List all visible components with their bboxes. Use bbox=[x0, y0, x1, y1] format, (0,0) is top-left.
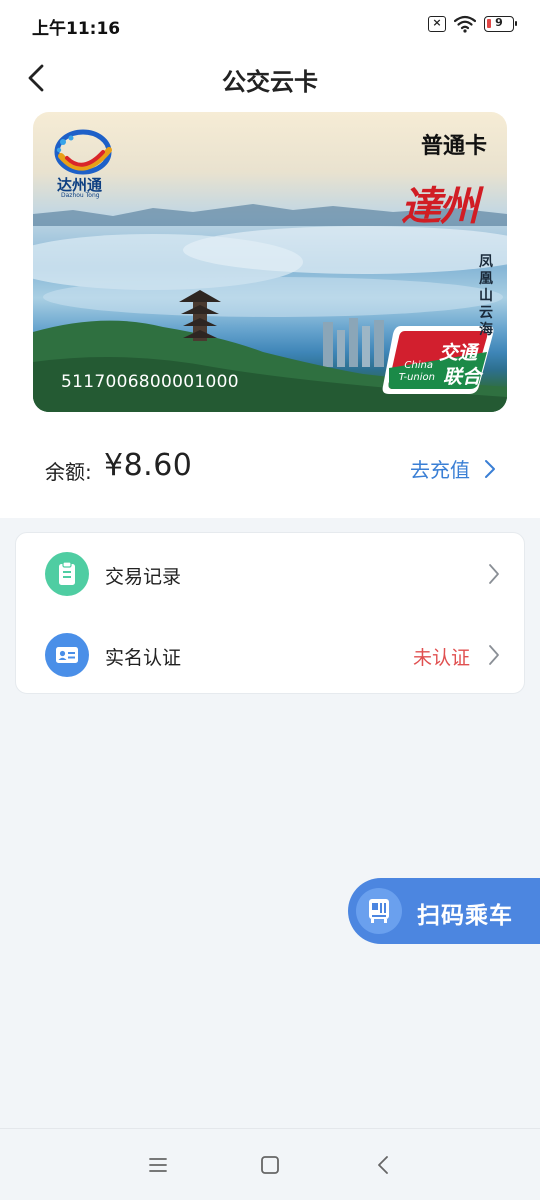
chevron-right-icon bbox=[489, 645, 499, 665]
bus-icon bbox=[369, 899, 389, 923]
balance-row: 余额: ¥8.60 去充值 bbox=[0, 440, 540, 496]
card-type-label: 普通卡 bbox=[420, 134, 487, 159]
tunion-cn-2: 联合 bbox=[442, 366, 481, 388]
back-icon bbox=[378, 1156, 388, 1174]
menu-icon bbox=[149, 1158, 167, 1172]
status-time: 上午11:16 bbox=[32, 19, 121, 39]
chevron-right-icon bbox=[489, 564, 499, 584]
scan-icon-bg bbox=[356, 888, 402, 934]
menu-label-real-name-auth: 实名认证 bbox=[105, 647, 182, 669]
top-area: 上午11:16 × 9 公交云卡 普通卡 达州通 Dazhou Tong 達州 … bbox=[0, 0, 540, 518]
battery-level-text: 9 bbox=[495, 16, 503, 29]
scan-to-ride-button[interactable]: 扫码乘车 bbox=[348, 878, 540, 944]
status-bar: 上午11:16 × 9 bbox=[0, 0, 540, 52]
bus-card[interactable]: 普通卡 达州通 Dazhou Tong 達州 凤凰山云海 51170068000… bbox=[33, 112, 507, 412]
card-number: 5117006800001000 bbox=[61, 372, 239, 392]
menu-label-transaction-records: 交易记录 bbox=[105, 566, 182, 588]
system-nav-bar bbox=[0, 1128, 540, 1200]
scan-to-ride-label: 扫码乘车 bbox=[417, 903, 513, 929]
balance-label: 余额: bbox=[45, 460, 92, 484]
recharge-label: 去充值 bbox=[410, 458, 470, 482]
menu-panel: 交易记录 实名认证 未认证 bbox=[15, 532, 525, 694]
sim-x-icon: × bbox=[428, 16, 446, 32]
card-city-script: 達州 bbox=[401, 183, 479, 230]
menu-item-transaction-records[interactable]: 交易记录 bbox=[16, 534, 526, 614]
auth-status-label: 未认证 bbox=[412, 647, 470, 669]
battery-icon: 9 bbox=[484, 16, 517, 32]
clipboard-icon bbox=[59, 561, 75, 585]
home-icon bbox=[261, 1156, 279, 1174]
tunion-en-1: China bbox=[404, 360, 433, 371]
menu-icon-record-bg bbox=[45, 552, 89, 596]
tunion-en-2: T-union bbox=[398, 372, 435, 383]
header: 公交云卡 bbox=[0, 52, 540, 102]
menu-icon-auth-bg bbox=[45, 633, 89, 677]
battery-level-fill bbox=[487, 19, 491, 28]
nav-back-button[interactable] bbox=[370, 1151, 398, 1179]
menu-item-real-name-auth[interactable]: 实名认证 未认证 bbox=[16, 615, 526, 695]
card-scenic-name: 凤凰山云海 bbox=[479, 254, 493, 338]
page-title: 公交云卡 bbox=[222, 68, 318, 96]
recharge-button[interactable]: 去充值 bbox=[410, 454, 496, 483]
nav-menu-button[interactable] bbox=[144, 1151, 172, 1179]
wifi-icon bbox=[454, 15, 476, 33]
chevron-right-icon bbox=[485, 459, 495, 478]
balance-value: ¥8.60 bbox=[104, 448, 193, 483]
status-icons: × 9 bbox=[428, 15, 517, 33]
nav-home-button[interactable] bbox=[256, 1151, 284, 1179]
card-logo-subtext: Dazhou Tong bbox=[61, 192, 100, 199]
id-card-icon bbox=[56, 647, 78, 663]
tunion-cn-1: 交通 bbox=[438, 342, 477, 364]
